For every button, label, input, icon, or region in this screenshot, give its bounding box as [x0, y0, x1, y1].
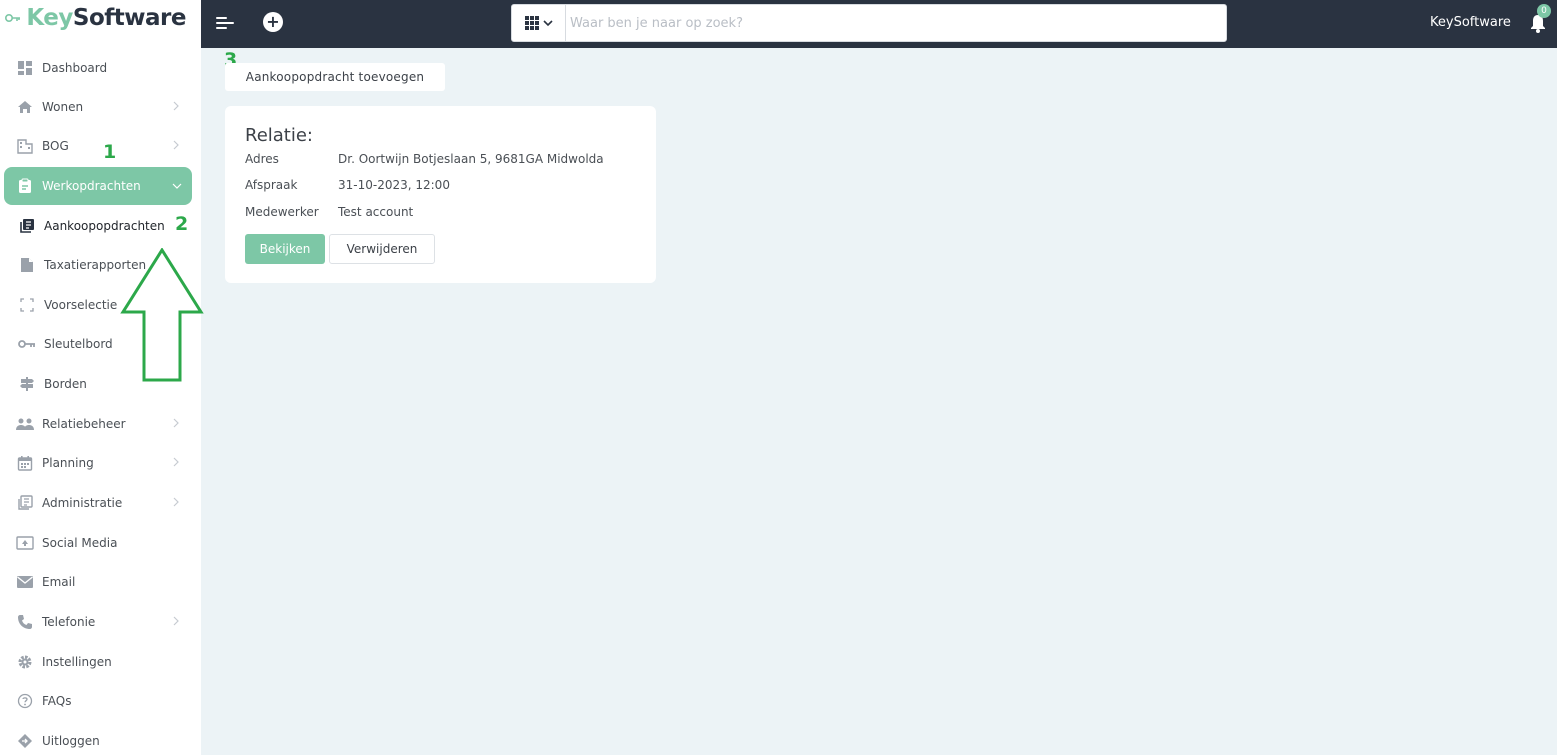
sidebar: Dashboard Wonen BOG Werkopdrachten Aanko… [0, 48, 201, 755]
sidebar-item-label: Borden [44, 377, 87, 391]
view-button[interactable]: Bekijken [245, 234, 325, 264]
key-icon [16, 335, 38, 353]
logo-text-key: Key [26, 5, 73, 31]
card-title: Relatie: [245, 125, 314, 146]
calendar-icon [14, 454, 36, 472]
sidebar-item-label: Planning [42, 456, 94, 470]
employee-label: Medewerker [245, 205, 319, 219]
sidebar-item-label: Uitloggen [42, 734, 100, 748]
phone-icon [14, 613, 36, 631]
employee-value: Test account [338, 205, 414, 219]
annotation-1: 1 [103, 141, 117, 163]
sidebar-item-aankoopopdrachten[interactable]: Aankoopopdrachten [4, 207, 192, 245]
logout-icon [14, 732, 36, 750]
help-icon [14, 692, 36, 710]
gear-icon [14, 653, 36, 671]
delete-button[interactable]: Verwijderen [329, 234, 435, 264]
chevron-right-icon [172, 100, 180, 111]
search-bar [511, 4, 1227, 42]
sidebar-item-bog[interactable]: BOG [4, 127, 192, 165]
chevron-right-icon [172, 417, 180, 428]
annotation-arrow [120, 248, 204, 382]
user-name[interactable]: KeySoftware [1430, 15, 1511, 30]
sidebar-item-label: Dashboard [42, 61, 108, 75]
library-icon [14, 494, 36, 512]
search-category-dropdown[interactable] [512, 5, 566, 41]
sidebar-item-label: Werkopdrachten [42, 179, 141, 193]
upload-box-icon [14, 534, 36, 552]
search-input[interactable] [566, 6, 1226, 40]
clipboard-icon [14, 177, 36, 195]
sidebar-item-dashboard[interactable]: Dashboard [4, 49, 192, 87]
add-purchase-order-button[interactable]: Aankoopopdracht toevoegen [225, 63, 445, 91]
people-icon [14, 415, 36, 433]
signpost-icon [16, 375, 38, 393]
sidebar-item-label: BOG [42, 139, 69, 153]
sidebar-item-uitloggen[interactable]: Uitloggen [4, 722, 192, 755]
logo-text-software: Software [72, 5, 187, 31]
chevron-right-icon [172, 456, 180, 467]
key-logo-icon [4, 11, 25, 27]
sidebar-item-telefonie[interactable]: Telefonie [4, 603, 192, 641]
sidebar-item-werkopdrachten[interactable]: Werkopdrachten [4, 167, 192, 205]
chevron-down-icon [172, 179, 182, 189]
sidebar-item-label: Sleutelbord [44, 337, 113, 351]
dashboard-icon [14, 59, 36, 77]
chevron-down-icon [542, 20, 553, 27]
sidebar-item-planning[interactable]: Planning [4, 444, 192, 482]
sidebar-item-label: Wonen [42, 100, 84, 114]
add-circle-icon[interactable]: + [263, 12, 283, 32]
sidebar-item-label: Email [42, 575, 76, 589]
address-value: Dr. Oortwijn Botjeslaan 5, 9681GA Midwol… [338, 152, 604, 166]
sidebar-item-email[interactable]: Email [4, 563, 192, 601]
sidebar-item-relatiebeheer[interactable]: Relatiebeheer [4, 405, 192, 443]
sidebar-item-label: Aankoopopdrachten [44, 219, 165, 233]
report-icon [16, 256, 38, 274]
sidebar-item-faqs[interactable]: FAQs [4, 682, 192, 720]
chevron-right-icon [172, 139, 180, 150]
relation-card: Relatie: Adres Dr. Oortwijn Botjeslaan 5… [225, 106, 656, 283]
appointment-value: 31-10-2023, 12:00 [338, 178, 450, 192]
library-icon [16, 217, 38, 235]
mail-icon [14, 573, 36, 591]
sidebar-item-label: Social Media [42, 536, 118, 550]
sidebar-item-administratie[interactable]: Administratie [4, 484, 192, 522]
building-icon [14, 137, 36, 155]
sidebar-item-instellingen[interactable]: Instellingen [4, 643, 192, 681]
top-bar: KeySoftware + KeySoftware 0 [0, 0, 1557, 48]
select-frame-icon [16, 296, 38, 314]
appointment-label: Afspraak [245, 178, 298, 192]
sidebar-item-label: Voorselectie [44, 298, 118, 312]
sidebar-item-wonen[interactable]: Wonen [4, 88, 192, 126]
menu-toggle-icon[interactable] [214, 12, 236, 34]
home-icon [14, 98, 36, 116]
sidebar-item-label: FAQs [42, 694, 72, 708]
annotation-2: 2 [175, 213, 189, 235]
sidebar-item-label: Instellingen [42, 655, 112, 669]
grid-icon [524, 16, 539, 30]
sidebar-item-label: Telefonie [42, 615, 96, 629]
sidebar-item-label: Relatiebeheer [42, 417, 126, 431]
notification-badge: 0 [1537, 4, 1551, 18]
sidebar-item-social-media[interactable]: Social Media [4, 524, 192, 562]
address-label: Adres [245, 152, 279, 166]
chevron-right-icon [172, 615, 180, 626]
logo[interactable]: KeySoftware [4, 5, 187, 31]
sidebar-item-label: Administratie [42, 496, 123, 510]
logo-area: KeySoftware [0, 0, 201, 48]
chevron-right-icon [172, 496, 180, 507]
